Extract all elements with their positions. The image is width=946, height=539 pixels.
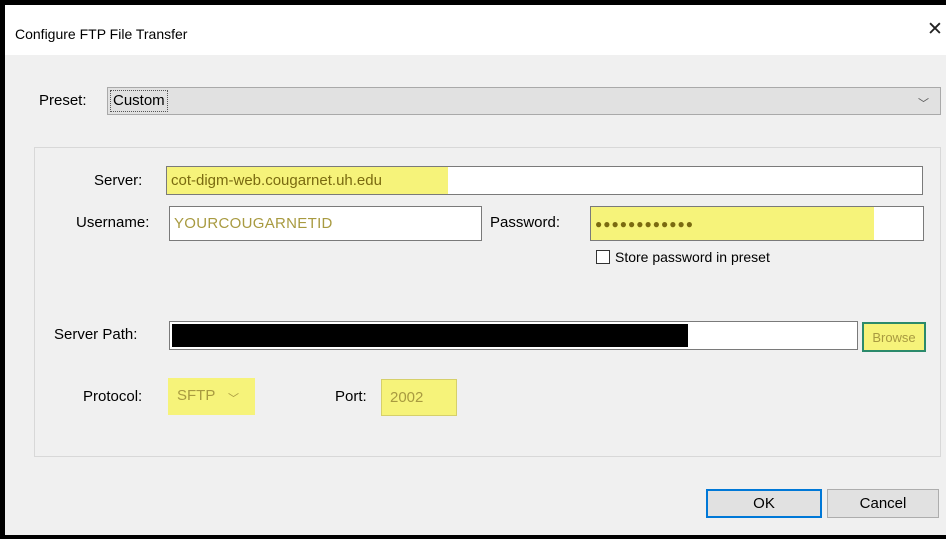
title-bar: Configure FTP File Transfer ✕ <box>5 5 946 55</box>
cancel-button[interactable]: Cancel <box>827 489 939 518</box>
preset-select[interactable]: Custom ﹀ <box>107 87 941 115</box>
preset-label: Preset: <box>39 92 87 109</box>
ok-button[interactable]: OK <box>706 489 822 518</box>
chevron-down-icon: ﹀ <box>918 98 929 110</box>
configure-ftp-dialog: Configure FTP File Transfer ✕ Preset: Cu… <box>5 5 946 535</box>
username-input[interactable]: YOURCOUGARNETID <box>169 206 482 241</box>
username-label: Username: <box>76 214 150 231</box>
server-path-label: Server Path: <box>54 326 138 343</box>
server-input[interactable]: cot-digm-web.cougarnet.uh.edu <box>166 166 923 195</box>
redacted-path-bar <box>172 324 688 347</box>
port-input[interactable]: 2002 <box>381 379 457 416</box>
store-password-checkbox[interactable] <box>596 250 610 264</box>
port-value: 2002 <box>390 389 424 406</box>
password-input[interactable]: ●●●●●●●●●●●● <box>590 206 924 241</box>
store-password-label: Store password in preset <box>615 249 770 265</box>
preset-value: Custom <box>110 90 168 112</box>
protocol-select[interactable]: SFTP ﹀ <box>168 378 255 415</box>
close-icon[interactable]: ✕ <box>927 20 943 39</box>
server-label: Server: <box>94 172 143 189</box>
protocol-label: Protocol: <box>83 388 143 405</box>
browse-button[interactable]: Browse <box>862 322 926 352</box>
server-path-input[interactable] <box>169 321 858 350</box>
protocol-value: SFTP <box>177 387 216 404</box>
password-label: Password: <box>490 214 561 231</box>
dialog-title: Configure FTP File Transfer <box>15 26 188 42</box>
password-value: ●●●●●●●●●●●● <box>595 216 694 231</box>
username-value: YOURCOUGARNETID <box>174 215 333 232</box>
port-label: Port: <box>335 388 367 405</box>
chevron-down-icon: ﹀ <box>228 393 239 405</box>
server-value: cot-digm-web.cougarnet.uh.edu <box>171 172 382 189</box>
